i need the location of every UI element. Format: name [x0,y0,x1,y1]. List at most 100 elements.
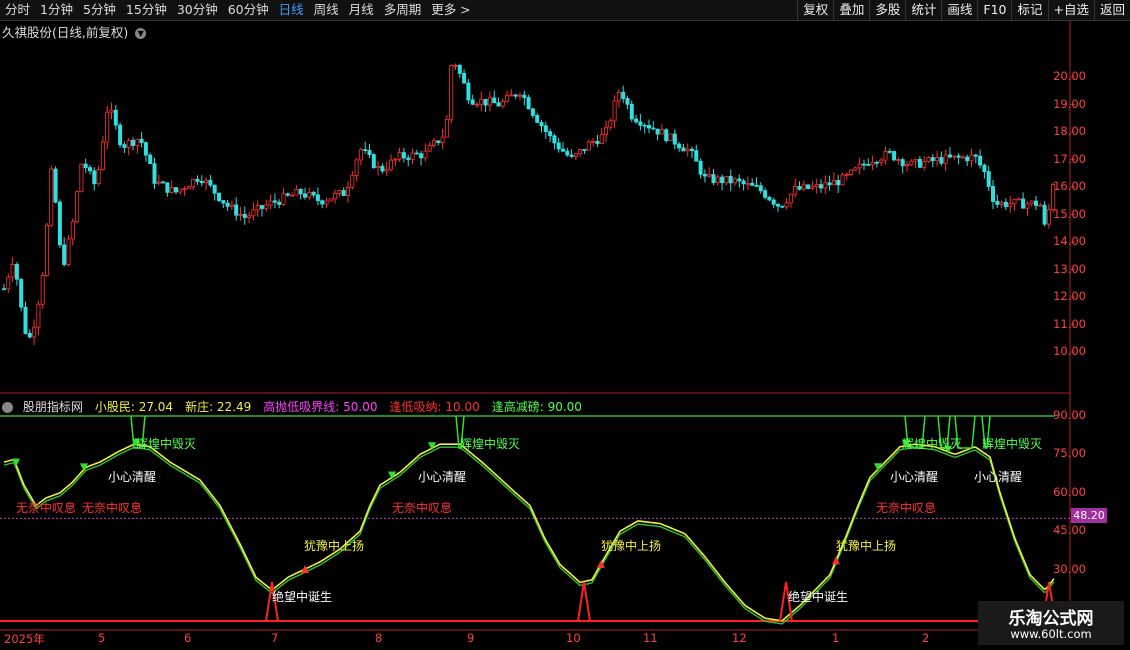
candle-body [724,175,729,184]
candle-body [277,201,282,205]
candle-body [393,158,398,161]
candle-body [466,82,471,101]
candle-body [182,188,187,191]
candle-body [819,184,824,189]
candle-body [311,192,316,196]
candle-body [1029,200,1034,205]
indicator-values: 小股民: 27.04 新庄: 22.49 高抛低吸界线: 50.00 逢低吸纳: 10… [89,400,588,414]
price-tick-label: 12.00 [1053,289,1086,303]
indicator-value: 逢高减磅: 90.00 [491,400,582,414]
candle-body [827,182,832,186]
signal-label: 绝望中诞生 [788,590,849,604]
candle-body [771,199,776,205]
indicator-tick-label: 90.00 [1053,408,1086,422]
candle-body [199,181,204,184]
price-tick-label: 14.00 [1053,234,1086,248]
signal-label: 辉煌中毁灭 [982,437,1043,451]
candle-body [522,94,527,98]
candle-body [388,159,393,170]
candle-body [109,109,114,113]
candle-body [328,198,333,202]
candle-body [148,154,153,165]
time-tick-label: 12 [732,631,747,645]
candle-body [823,182,828,189]
candle-body [849,169,854,176]
candle-body [380,165,385,172]
indicator-value: 逢低吸纳: 10.00 [389,400,480,414]
candle-body [840,174,845,186]
candle-body [879,159,884,163]
candle-body [939,157,944,164]
candle-body [810,186,815,189]
candle-body [905,164,910,167]
candle-body [741,180,746,185]
candle-body [70,221,75,240]
candle-body [573,153,578,157]
candle-body [2,288,7,291]
candle-body [543,125,548,133]
candle-body [883,150,888,161]
candle-body [737,178,742,182]
candle-body [40,275,45,305]
candle-body [406,157,411,160]
price-tick-label: 11.00 [1053,316,1086,331]
candle-body [1042,204,1047,225]
candle-body [629,103,634,120]
candle-body [298,188,303,195]
candle-body [272,200,277,203]
candle-body [345,186,350,196]
signal-label: 小心清醒 [890,470,939,484]
candle-body [728,175,733,184]
candle-body [552,135,557,144]
candle-body [32,326,37,338]
candle-body [930,157,935,162]
candle-body [982,164,987,173]
candle-body [780,205,785,208]
price-tick-label: 17.00 [1053,151,1086,166]
candle-body [449,65,454,120]
candle-body [853,167,858,171]
price-chart[interactable] [0,0,1130,650]
candle-body [862,163,867,166]
candle-body [161,181,166,184]
candle-body [1003,201,1008,208]
candle-body [49,168,54,226]
indicator-tick-label: 75.00 [1053,446,1086,461]
candle-body [814,184,819,187]
candle-body [62,244,67,265]
candle-body [79,163,84,193]
candle-body [19,278,24,308]
candle-body [216,192,221,201]
candle-body [384,168,389,172]
candle-body [457,64,462,74]
time-tick-label: 5 [98,631,106,645]
candle-body [113,109,118,126]
candle-body [496,102,501,107]
candle-body [315,194,320,202]
candle-body [797,186,802,190]
candle-body [763,190,768,198]
candle-body [647,125,652,129]
candle-body [208,179,213,186]
candle-body [238,213,243,216]
indicator-settings-icon[interactable] [2,402,13,413]
candle-body [892,151,897,161]
candle-body [397,152,402,160]
candle-body [539,122,544,127]
candle-body [870,161,875,166]
signal-label: 辉煌中毁灭 [136,437,197,451]
candle-body [565,150,570,156]
watermark-name: 乐淘公式网 [1008,609,1094,629]
candle-body [83,163,88,169]
price-tick-label: 18.00 [1053,124,1086,138]
candle-body [212,184,217,194]
candle-body [857,163,862,169]
candle-body [307,192,312,198]
candle-body [423,150,428,159]
candle-body [1008,203,1013,208]
candle-body [952,155,957,158]
candle-body [844,174,849,177]
candle-body [715,176,720,184]
candle-body [294,188,299,196]
marker-badge: 48.20 [1071,508,1107,523]
